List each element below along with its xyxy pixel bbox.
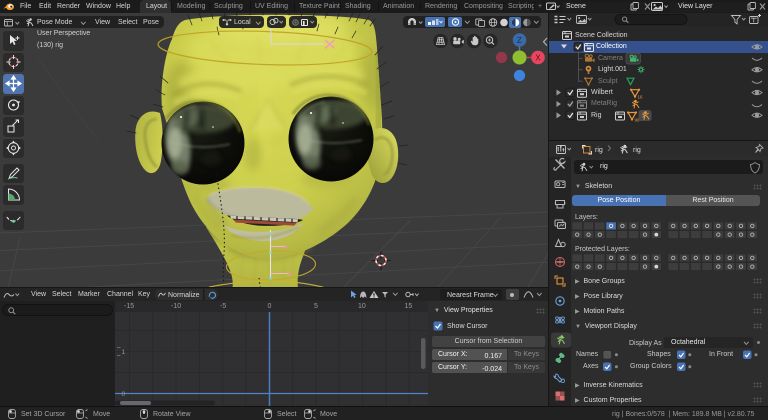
svg-text:X: X	[535, 53, 541, 62]
svg-text:16: 16	[638, 95, 644, 100]
svg-text:rig: rig	[633, 147, 641, 154]
svg-text:rig: rig	[595, 147, 603, 154]
svg-text:0: 0	[122, 391, 126, 398]
svg-text:1: 1	[122, 349, 126, 356]
svg-text:Z: Z	[517, 36, 522, 45]
